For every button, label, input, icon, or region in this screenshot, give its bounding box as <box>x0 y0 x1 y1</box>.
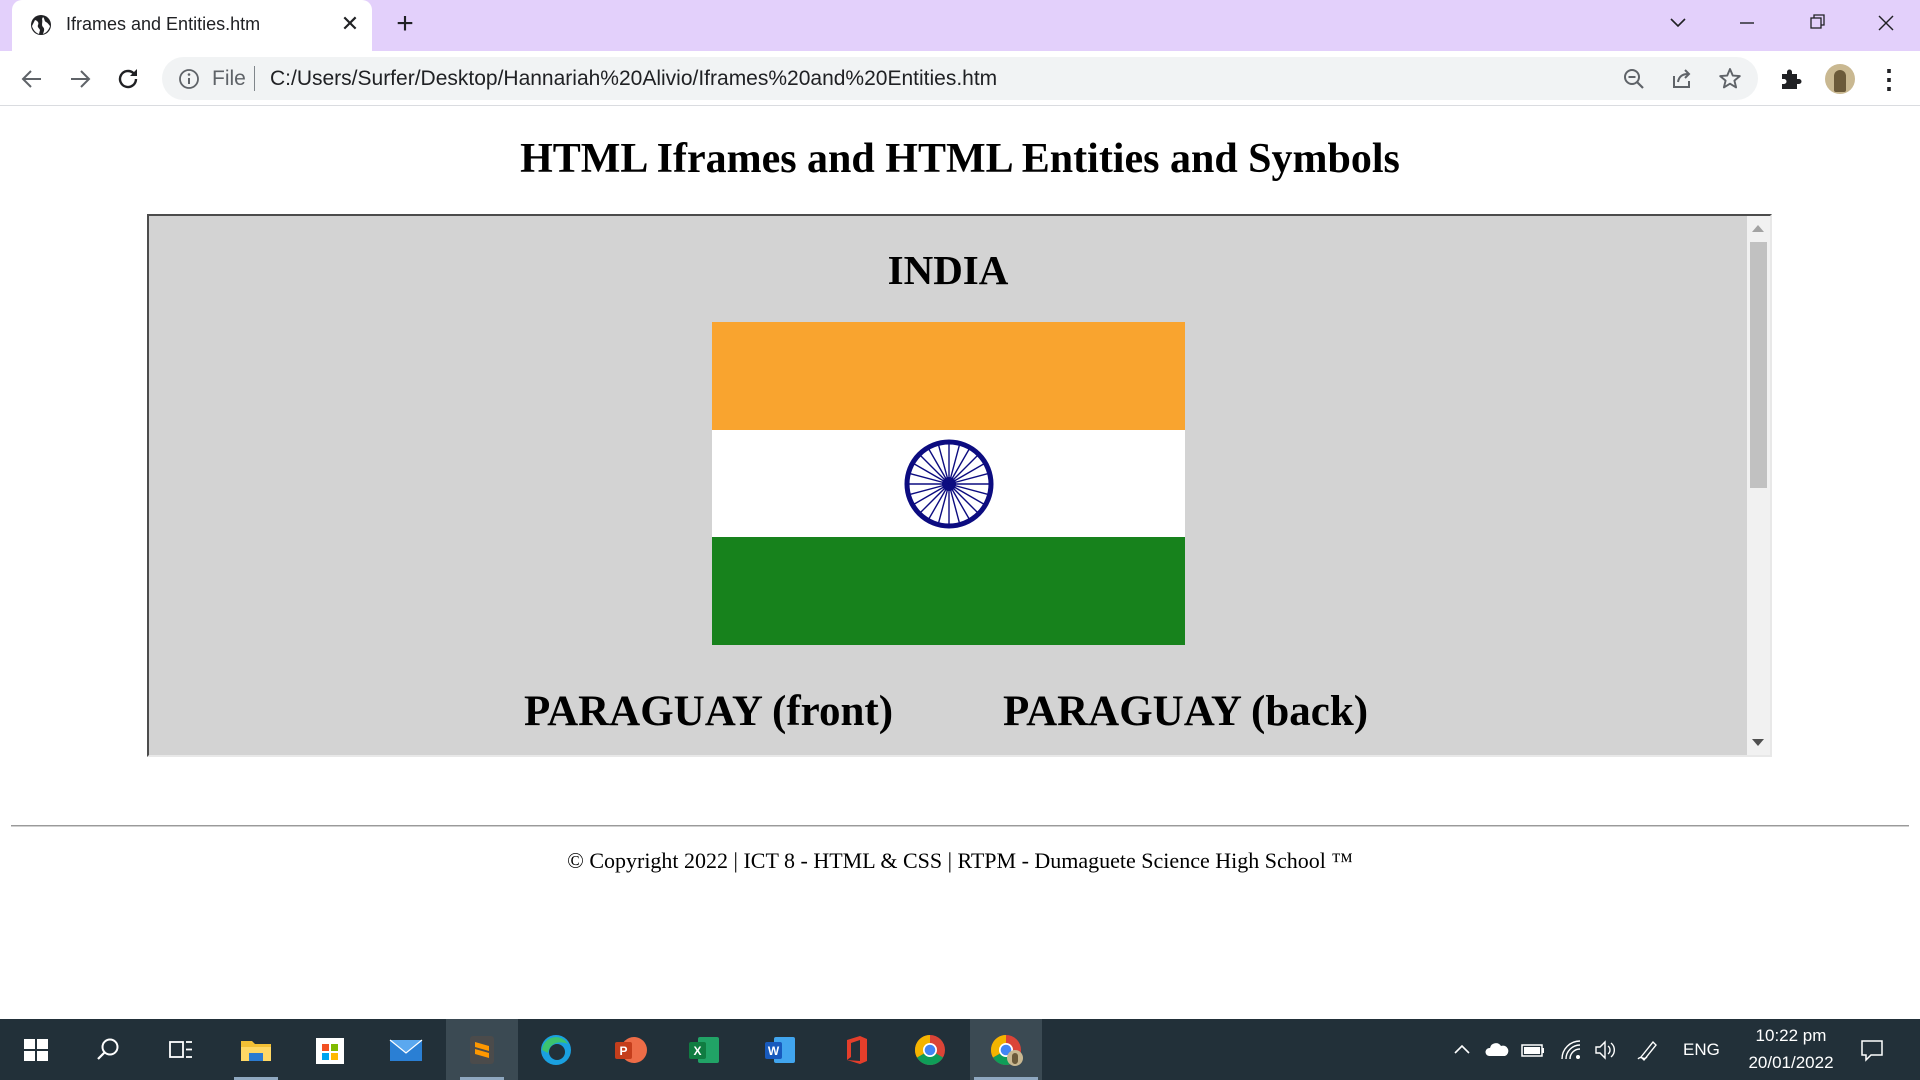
onedrive-cloud-icon[interactable] <box>1484 1037 1510 1063</box>
address-bar[interactable]: File C:/Users/Surfer/Desktop/Hannariah%2… <box>162 57 1758 100</box>
pen-ink-icon[interactable] <box>1635 1037 1661 1063</box>
scrollbar-thumb[interactable] <box>1750 242 1767 488</box>
flag-white-stripe <box>712 429 1185 538</box>
forward-arrow-icon[interactable] <box>64 63 96 95</box>
office-icon[interactable] <box>820 1019 892 1080</box>
web-page: HTML Iframes and HTML Entities and Symbo… <box>0 107 1920 1019</box>
battery-icon[interactable] <box>1520 1037 1546 1063</box>
windows-start-icon[interactable] <box>0 1019 72 1080</box>
bookmark-star-icon[interactable] <box>1717 66 1743 92</box>
edge-browser-icon[interactable] <box>520 1019 592 1080</box>
tab-search-chevron-icon[interactable] <box>1658 8 1698 38</box>
flag-green-stripe <box>712 537 1185 646</box>
omnibox-scheme-label: File <box>212 67 246 90</box>
chrome-profile-icon[interactable] <box>970 1019 1042 1080</box>
show-hidden-icons-chevron-icon[interactable] <box>1449 1037 1475 1063</box>
back-arrow-icon[interactable] <box>16 63 48 95</box>
restore-icon[interactable] <box>1797 8 1837 38</box>
task-view-icon[interactable] <box>144 1019 216 1080</box>
chrome-icon[interactable] <box>894 1019 966 1080</box>
heading-paraguay-back: PARAGUAY (back) <box>1003 688 1369 735</box>
notifications-icon[interactable] <box>1858 1036 1886 1064</box>
minimize-icon[interactable] <box>1727 8 1767 38</box>
url-text[interactable]: C:/Users/Surfer/Desktop/Hannariah%20Aliv… <box>270 67 997 91</box>
search-icon[interactable] <box>72 1019 144 1080</box>
footer-copyright: © Copyright 2022 | ICT 8 - HTML & CSS | … <box>567 848 1353 873</box>
clock-date[interactable]: 20/01/2022 <box>1736 1053 1846 1073</box>
india-flag-image <box>712 322 1185 646</box>
footer-divider <box>11 825 1909 827</box>
input-language-label[interactable]: ENG <box>1683 1040 1720 1060</box>
svg-text:P: P <box>619 1044 627 1058</box>
info-icon[interactable] <box>178 68 200 90</box>
scroll-up-arrow-icon[interactable] <box>1752 225 1764 232</box>
excel-icon[interactable]: X <box>668 1019 740 1080</box>
svg-text:X: X <box>693 1044 701 1058</box>
browser-menu-icon[interactable]: ⋮ <box>1876 64 1902 94</box>
wifi-icon[interactable] <box>1558 1037 1584 1063</box>
word-icon[interactable]: W <box>744 1019 816 1080</box>
file-explorer-icon[interactable] <box>220 1019 292 1080</box>
windows-taskbar: P X W ENG 10:22 pm 20/01/2022 <box>0 1019 1920 1080</box>
embedded-iframe[interactable]: INDIA PARAGUAY (front) PARAGUAY (back) <box>147 214 1772 757</box>
iframe-document: INDIA PARAGUAY (front) PARAGUAY (back) <box>149 216 1747 755</box>
page-title: HTML Iframes and HTML Entities and Symbo… <box>520 136 1400 182</box>
extensions-puzzle-icon[interactable] <box>1777 65 1805 93</box>
reload-icon[interactable] <box>112 63 144 95</box>
globe-icon <box>31 15 51 35</box>
browser-tab[interactable]: Iframes and Entities.htm ✕ <box>12 0 372 51</box>
microsoft-store-icon[interactable] <box>294 1019 366 1080</box>
profile-avatar[interactable] <box>1825 64 1855 94</box>
heading-paraguay-front: PARAGUAY (front) <box>524 688 894 735</box>
volume-icon[interactable] <box>1592 1037 1618 1063</box>
browser-toolbar: File C:/Users/Surfer/Desktop/Hannariah%2… <box>0 51 1920 106</box>
tab-close-icon[interactable]: ✕ <box>337 11 363 37</box>
svg-text:W: W <box>768 1044 780 1058</box>
tab-title: Iframes and Entities.htm <box>66 14 261 34</box>
sublime-text-icon[interactable] <box>446 1019 518 1080</box>
clock-time[interactable]: 10:22 pm <box>1745 1026 1837 1046</box>
new-tab-button[interactable]: + <box>390 9 420 40</box>
omnibox-separator <box>254 66 255 91</box>
powerpoint-icon[interactable]: P <box>594 1019 666 1080</box>
flag-saffron-stripe <box>712 322 1185 430</box>
scroll-down-arrow-icon[interactable] <box>1752 739 1764 746</box>
close-window-icon[interactable] <box>1866 8 1906 38</box>
mail-icon[interactable] <box>370 1019 442 1080</box>
iframe-scrollbar[interactable] <box>1747 216 1770 755</box>
ashoka-chakra-icon <box>904 439 994 529</box>
heading-india: INDIA <box>887 247 1009 293</box>
tab-strip: Iframes and Entities.htm ✕ + <box>0 0 1920 51</box>
zoom-out-icon[interactable] <box>1621 66 1647 92</box>
share-icon[interactable] <box>1669 66 1695 92</box>
